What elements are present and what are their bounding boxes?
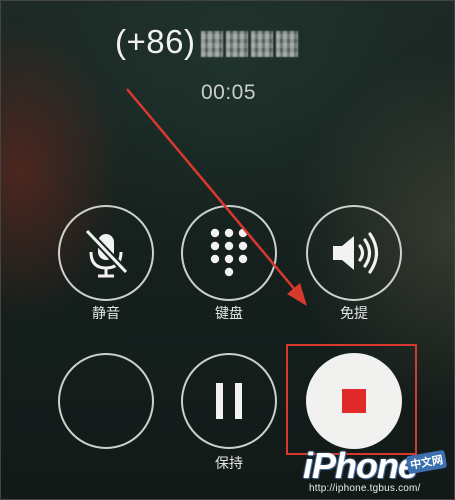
speaker-icon [333,232,379,274]
speaker-button[interactable] [306,205,402,301]
watermark: iPhone 中文网 http://iphone.tgbus.com/ [301,445,448,497]
watermark-brand: iPhone [303,445,418,486]
empty-button[interactable] [58,353,154,449]
keypad-button[interactable] [181,205,277,301]
speaker-label: 免提 [340,305,368,321]
mute-button[interactable] [58,205,154,301]
caller-number: (+86) [1,23,454,67]
watermark-url: http://iphone.tgbus.com/ [309,483,421,494]
caller-country-code: (+86) [115,23,196,60]
keypad-label: 键盘 [215,305,243,321]
mute-microphone-icon [84,228,129,278]
call-timer: 00:05 [200,81,257,104]
hold-label: 保持 [215,455,243,471]
mute-label: 静音 [92,305,120,321]
caller-number-mask [201,31,304,57]
call-screen: (+86) 00:05 静音 键盘 免提 保持 iPhone 中文网 http:… [0,0,455,500]
keypad-icon [210,228,248,277]
annotation-highlight-box [286,344,417,455]
pause-icon [216,383,242,419]
hold-button[interactable] [181,353,277,449]
